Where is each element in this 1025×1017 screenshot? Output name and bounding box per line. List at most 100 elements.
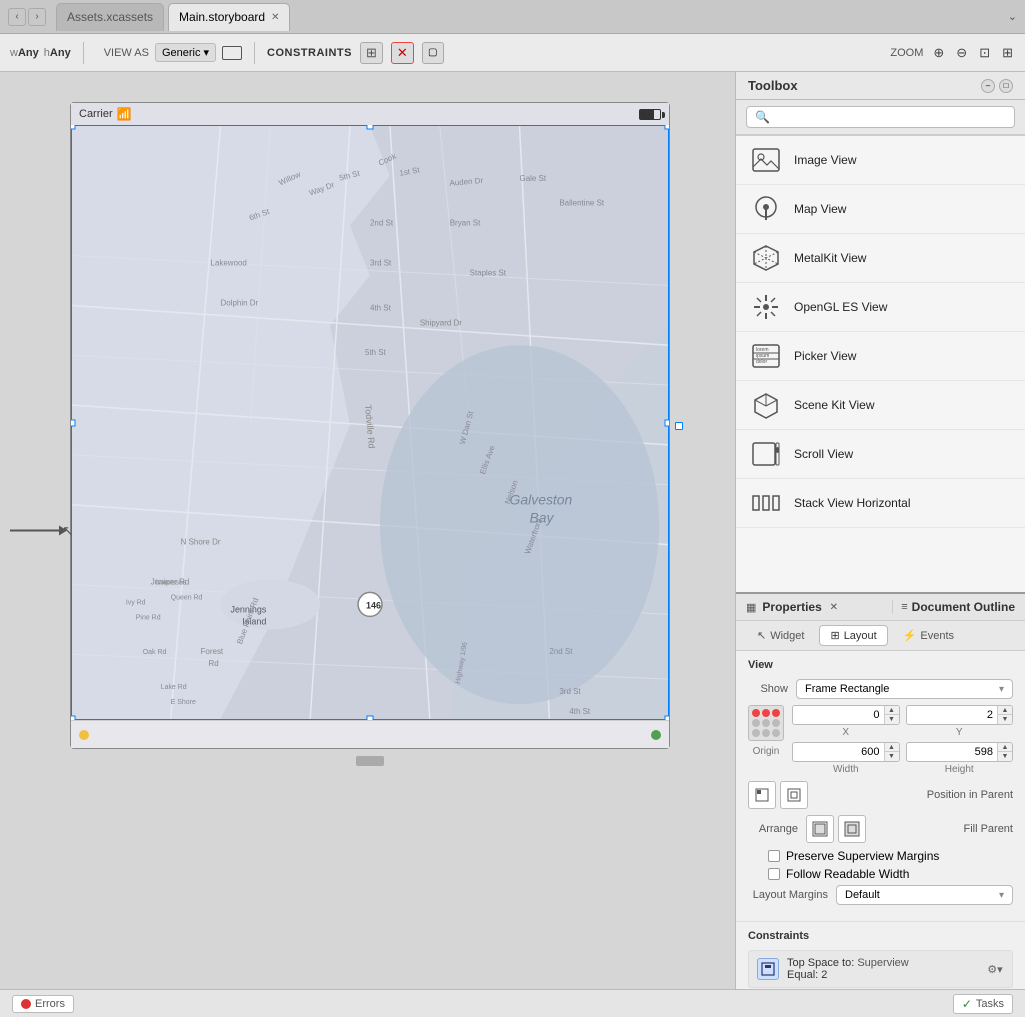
width-stepper: ▲ ▼	[884, 743, 899, 761]
svg-text:dolor: dolor	[756, 359, 767, 365]
device-icon	[222, 46, 242, 60]
layout-margins-select[interactable]: Default ▾	[836, 885, 1013, 905]
svg-text:4th St: 4th St	[370, 303, 392, 312]
height-stepper: ▲ ▼	[997, 743, 1012, 761]
tasks-label: Tasks	[976, 998, 1004, 1010]
zoom-fit-btn[interactable]: ⊡	[977, 43, 992, 63]
y-input[interactable]	[907, 707, 998, 723]
resize-handle-right[interactable]	[675, 422, 683, 430]
width-stepper-up[interactable]: ▲	[885, 743, 899, 752]
position-btn-1[interactable]	[748, 781, 776, 809]
origin-dot-ml[interactable]	[752, 719, 760, 727]
properties-content: View Show Frame Rectangle ▾	[736, 651, 1025, 989]
origin-dot-tl[interactable]	[752, 709, 760, 717]
properties-close-btn[interactable]: ✕	[828, 601, 840, 613]
svg-text:Ivy Rd: Ivy Rd	[126, 599, 146, 606]
toolbox-item-image-view[interactable]: Image View	[736, 136, 1025, 185]
toolbar: wAny hAny VIEW AS Generic ▾ CONSTRAINTS …	[0, 34, 1025, 72]
tab-close-icon[interactable]: ✕	[271, 12, 279, 23]
tab-events[interactable]: ⚡ Events	[892, 625, 965, 646]
toolbox-item-scroll-view[interactable]: Scroll View	[736, 430, 1025, 479]
nav-back[interactable]: ‹	[8, 8, 26, 26]
search-input[interactable]	[776, 110, 1006, 124]
svg-text:Narcissus: Narcissus	[156, 579, 187, 586]
toolbox-item-map-view[interactable]: Map View	[736, 185, 1025, 234]
tab-widget[interactable]: ↖ Widget	[746, 625, 815, 646]
x-label: X	[792, 727, 900, 738]
x-stepper-up[interactable]: ▲	[885, 706, 899, 715]
svg-text:Oak Rd: Oak Rd	[143, 649, 167, 656]
errors-dot	[21, 999, 31, 1009]
constraint-top-space: Top Space to: Superview Equal: 2 ⚙▾	[748, 950, 1013, 988]
constraint-top-label: Top Space to:	[787, 957, 854, 969]
follow-readable-checkbox[interactable]	[768, 868, 780, 880]
tab-assets[interactable]: Assets.xcassets	[56, 3, 164, 31]
origin-dot-mr[interactable]	[772, 719, 780, 727]
search-input-wrapper: 🔍	[746, 106, 1015, 128]
height-input-wrap: ▲ ▼	[906, 742, 1014, 762]
width-input[interactable]	[793, 744, 884, 760]
toolbox-minimize-btn[interactable]: –	[981, 79, 995, 93]
stack-view-icon	[750, 487, 782, 519]
view-as-select[interactable]: Generic ▾	[155, 43, 216, 62]
width-stepper-down[interactable]: ▼	[885, 752, 899, 761]
right-side: Toolbox – □ 🔍 Image View	[735, 72, 1025, 989]
tasks-btn[interactable]: ✓ Tasks	[953, 994, 1013, 1014]
metalkit-view-label: MetalKit View	[794, 251, 866, 265]
layout-margins-row: Layout Margins Default ▾	[748, 885, 1013, 905]
origin-dot-br[interactable]	[772, 729, 780, 737]
toolbox-item-scenekit-view[interactable]: Scene Kit View	[736, 381, 1025, 430]
origin-dot-mm[interactable]	[762, 719, 770, 727]
zoom-out-btn[interactable]: ⊖	[954, 43, 969, 63]
widget-cursor-icon: ↖	[757, 629, 766, 642]
preserve-superview-checkbox[interactable]	[768, 850, 780, 862]
constraint-top-gear[interactable]: ⚙▾	[986, 960, 1004, 978]
toolbox-item-stack-view[interactable]: Stack View Horizontal	[736, 479, 1025, 528]
toolbox-item-opengl-view[interactable]: OpenGL ES View	[736, 283, 1025, 332]
svg-text:Lake Rd: Lake Rd	[161, 684, 187, 691]
carrier-label: Carrier	[79, 108, 113, 120]
x-stepper-down[interactable]: ▼	[885, 715, 899, 724]
constraints-add-btn[interactable]: ⊞	[360, 42, 383, 64]
constraints-remove-btn[interactable]: ✕	[391, 42, 414, 64]
position-btn-2[interactable]	[780, 781, 808, 809]
constraint-top-equal-value: 2	[821, 969, 827, 981]
origin-dot-tm[interactable]	[762, 709, 770, 717]
toolbox-items: Image View Map View MetalKit View	[736, 136, 1025, 592]
nav-forward[interactable]: ›	[28, 8, 46, 26]
toolbox-maximize-btn[interactable]: □	[999, 79, 1013, 93]
origin-dot-tr[interactable]	[772, 709, 780, 717]
y-stepper: ▲ ▼	[997, 706, 1012, 724]
origin-dot-bl[interactable]	[752, 729, 760, 737]
tab-main-storyboard[interactable]: Main.storyboard ✕	[168, 3, 290, 31]
height-stepper-down[interactable]: ▼	[998, 752, 1012, 761]
y-stepper-down[interactable]: ▼	[998, 715, 1012, 724]
zoom-in-btn[interactable]: ⊕	[931, 43, 946, 63]
svg-text:2nd St: 2nd St	[549, 647, 573, 656]
fill-btn-1[interactable]	[806, 815, 834, 843]
origin-dot-bm[interactable]	[762, 729, 770, 737]
toolbox-item-metalkit-view[interactable]: MetalKit View	[736, 234, 1025, 283]
height-stepper-up[interactable]: ▲	[998, 743, 1012, 752]
x-input[interactable]	[793, 707, 884, 723]
yellow-dot	[79, 730, 89, 740]
events-tab-label: Events	[920, 630, 954, 642]
widget-tab-label: Widget	[770, 630, 804, 642]
properties-header: ▦ Properties ✕ ≡ Document Outline	[736, 594, 1025, 621]
props-grid-icon: ▦	[746, 601, 756, 614]
height-input[interactable]	[907, 744, 998, 760]
toolbox-item-picker-view[interactable]: loremipsumdolor Picker View	[736, 332, 1025, 381]
y-stepper-up[interactable]: ▲	[998, 706, 1012, 715]
zoom-actual-btn[interactable]: ⊞	[1000, 43, 1015, 63]
show-select[interactable]: Frame Rectangle ▾	[796, 679, 1013, 699]
tab-layout[interactable]: ⊞ Layout	[819, 625, 887, 646]
tab-options[interactable]: ⌄	[1008, 10, 1017, 23]
fill-btn-2[interactable]	[838, 815, 866, 843]
errors-btn[interactable]: Errors	[12, 995, 74, 1013]
height-field: ▲ ▼ Height	[906, 742, 1014, 775]
fill-parent-label: Fill Parent	[963, 823, 1013, 835]
svg-text:Bryan St: Bryan St	[450, 219, 481, 228]
view-as-value: Generic	[162, 47, 201, 59]
image-view-icon	[750, 144, 782, 176]
constraints-square-btn[interactable]: ▢	[422, 42, 444, 64]
